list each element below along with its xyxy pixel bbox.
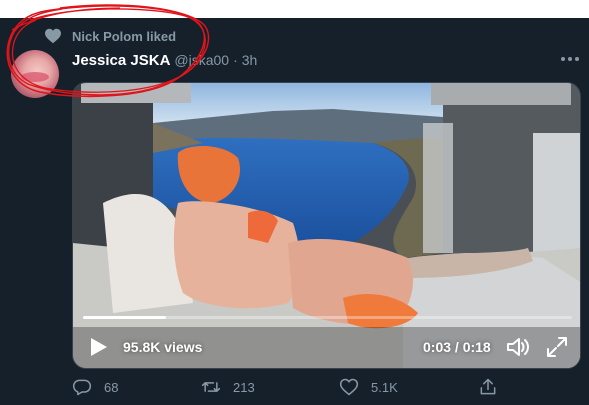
like-heart-icon bbox=[339, 378, 359, 396]
volume-icon[interactable] bbox=[505, 335, 531, 359]
video-time: 0:03 / 0:18 bbox=[423, 339, 491, 355]
social-context-label: Nick Polom liked bbox=[72, 28, 177, 44]
heart-icon bbox=[45, 28, 61, 44]
share-icon bbox=[480, 378, 496, 395]
reply-button[interactable]: 68 bbox=[72, 377, 118, 397]
video-player[interactable]: 95.8K views 0:03 / 0:18 bbox=[72, 82, 581, 369]
tweet-header: Jessica JSKA @jska00 · 3h bbox=[72, 51, 257, 69]
video-progress-bar[interactable] bbox=[83, 316, 572, 319]
more-options-icon[interactable] bbox=[561, 56, 579, 62]
author-handle[interactable]: @jska00 bbox=[174, 52, 229, 68]
retweet-count: 213 bbox=[233, 379, 255, 395]
play-icon[interactable] bbox=[90, 337, 108, 357]
like-count: 5.1K bbox=[371, 379, 398, 395]
video-progress-fill bbox=[83, 316, 167, 319]
header-separator: · bbox=[233, 52, 238, 68]
social-context[interactable]: Nick Polom liked bbox=[44, 27, 176, 45]
top-strip bbox=[0, 0, 589, 18]
reply-icon bbox=[72, 379, 92, 396]
retweet-button[interactable]: 213 bbox=[201, 377, 255, 397]
timestamp[interactable]: 3h bbox=[242, 52, 258, 68]
reply-count: 68 bbox=[104, 379, 119, 395]
video-frame bbox=[73, 83, 580, 368]
fullscreen-icon[interactable] bbox=[545, 335, 569, 359]
retweet-icon bbox=[201, 382, 221, 392]
view-count: 95.8K views bbox=[123, 339, 203, 355]
avatar[interactable] bbox=[11, 50, 59, 98]
share-button[interactable] bbox=[478, 377, 498, 397]
like-button[interactable]: 5.1K bbox=[339, 377, 398, 397]
author-name[interactable]: Jessica JSKA bbox=[72, 52, 170, 69]
